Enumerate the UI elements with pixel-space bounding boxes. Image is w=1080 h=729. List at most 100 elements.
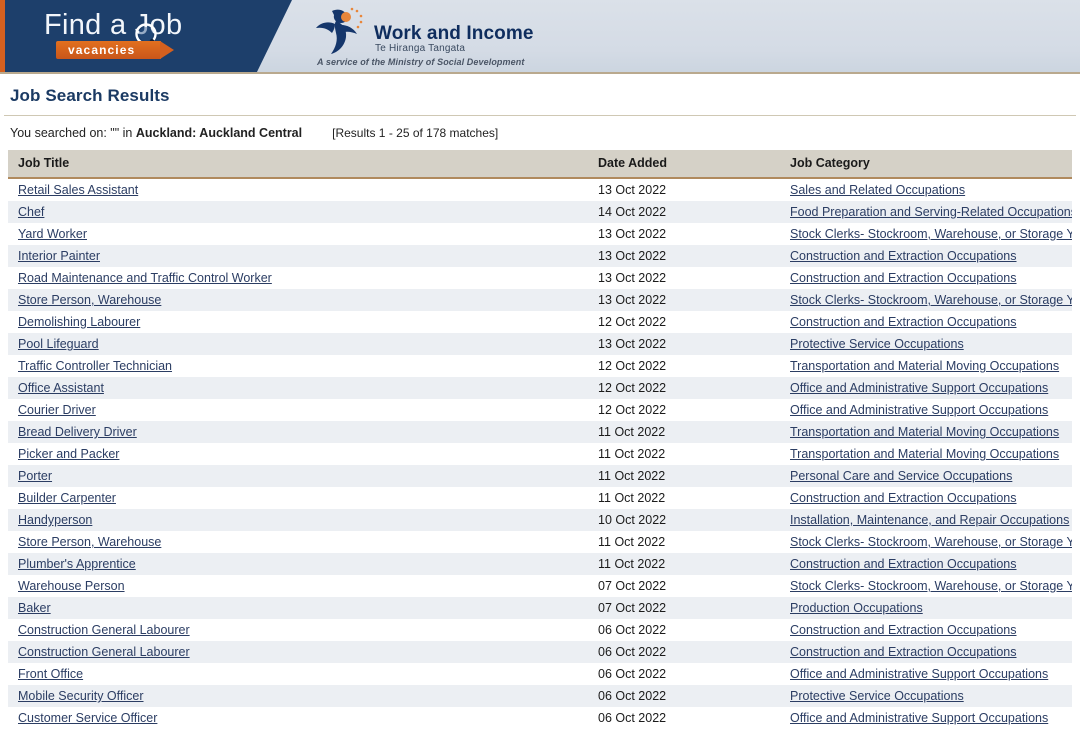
job-results-body: Retail Sales Assistant 13 Oct 2022 Sales a… bbox=[8, 178, 1072, 729]
job-title-link[interactable]: Handyperson bbox=[18, 513, 92, 527]
job-category-link[interactable]: Stock Clerks- Stockroom, Warehouse, or S… bbox=[790, 535, 1072, 549]
job-title-link[interactable]: Store Person, Warehouse bbox=[18, 293, 161, 307]
job-title-link[interactable]: Warehouse Person bbox=[18, 579, 125, 593]
job-title-link[interactable]: Customer Service Officer bbox=[18, 711, 157, 725]
cell-date-added: 11 Oct 2022 bbox=[598, 491, 666, 505]
cell-job-title: Store Person, Warehouse bbox=[8, 289, 588, 311]
job-category-link[interactable]: Construction and Extraction Occupations bbox=[790, 249, 1017, 263]
job-category-link[interactable]: Production Occupations bbox=[790, 601, 923, 615]
job-category-link[interactable]: Construction and Extraction Occupations bbox=[790, 315, 1017, 329]
job-title-link[interactable]: Baker bbox=[18, 601, 51, 615]
table-row: Interior Painter 13 Oct 2022 Construction … bbox=[8, 245, 1072, 267]
job-title-link[interactable]: Courier Driver bbox=[18, 403, 96, 417]
job-title-link[interactable]: Plumber's Apprentice bbox=[18, 557, 136, 571]
job-title-link[interactable]: Store Person, Warehouse bbox=[18, 535, 161, 549]
table-row: Front Office 06 Oct 2022 Office and Admini… bbox=[8, 663, 1072, 685]
vacancies-badge: vacancies bbox=[56, 41, 175, 59]
cell-job-category: Stock Clerks- Stockroom, Warehouse, or S… bbox=[780, 531, 1072, 553]
job-category-link[interactable]: Office and Administrative Support Occupa… bbox=[790, 667, 1048, 681]
job-title-link[interactable]: Porter bbox=[18, 469, 52, 483]
job-title-link[interactable]: Construction General Labourer bbox=[18, 623, 190, 637]
cell-job-title: Store Person, Warehouse bbox=[8, 531, 588, 553]
cell-job-category: Personal Care and Service Occupations bbox=[780, 465, 1072, 487]
job-category-link[interactable]: Transportation and Material Moving Occup… bbox=[790, 359, 1059, 373]
job-results-table: Job Title Date Added Job Category Retail… bbox=[8, 150, 1072, 729]
cell-job-title: Handyperson bbox=[8, 509, 588, 531]
cell-job-title: Mobile Security Officer bbox=[8, 685, 588, 707]
job-title-link[interactable]: Front Office bbox=[18, 667, 83, 681]
search-summary: You searched on: "" in Auckland: Aucklan… bbox=[0, 116, 1080, 150]
job-title-link[interactable]: Demolishing Labourer bbox=[18, 315, 140, 329]
job-category-link[interactable]: Transportation and Material Moving Occup… bbox=[790, 447, 1059, 461]
cell-job-category: Stock Clerks- Stockroom, Warehouse, or S… bbox=[780, 575, 1072, 597]
table-row: Demolishing Labourer 12 Oct 2022 Construct… bbox=[8, 311, 1072, 333]
job-title-link[interactable]: Road Maintenance and Traffic Control Wor… bbox=[18, 271, 272, 285]
column-header-job-title[interactable]: Job Title bbox=[8, 150, 588, 179]
cell-job-category: Production Occupations bbox=[780, 597, 1072, 619]
cell-job-category: Transportation and Material Moving Occup… bbox=[780, 443, 1072, 465]
cell-job-category: Transportation and Material Moving Occup… bbox=[780, 355, 1072, 377]
column-header-date-added[interactable]: Date Added bbox=[588, 150, 780, 179]
job-category-link[interactable]: Sales and Related Occupations bbox=[790, 183, 965, 197]
cell-job-title: Road Maintenance and Traffic Control Wor… bbox=[8, 267, 588, 289]
job-title-link[interactable]: Bread Delivery Driver bbox=[18, 425, 137, 439]
job-category-link[interactable]: Office and Administrative Support Occupa… bbox=[790, 381, 1048, 395]
job-category-link[interactable]: Stock Clerks- Stockroom, Warehouse, or S… bbox=[790, 293, 1072, 307]
cell-job-category: Construction and Extraction Occupations bbox=[780, 311, 1072, 333]
job-category-link[interactable]: Personal Care and Service Occupations bbox=[790, 469, 1012, 483]
cell-job-title: Interior Painter bbox=[8, 245, 588, 267]
job-category-link[interactable]: Construction and Extraction Occupations bbox=[790, 645, 1017, 659]
cell-job-category: Protective Service Occupations bbox=[780, 333, 1072, 355]
cell-job-category: Construction and Extraction Occupations bbox=[780, 267, 1072, 289]
cell-date-added: 12 Oct 2022 bbox=[598, 403, 667, 417]
page-title-area: Job Search Results bbox=[0, 74, 1080, 115]
table-row: Builder Carpenter 11 Oct 2022 Construction… bbox=[8, 487, 1072, 509]
job-category-link[interactable]: Stock Clerks- Stockroom, Warehouse, or S… bbox=[790, 227, 1072, 241]
ministry-tagline: A service of the Ministry of Social Deve… bbox=[317, 57, 525, 67]
job-title-link[interactable]: Builder Carpenter bbox=[18, 491, 116, 505]
job-category-link[interactable]: Installation, Maintenance, and Repair Oc… bbox=[790, 513, 1069, 527]
job-title-link[interactable]: Chef bbox=[18, 205, 44, 219]
cell-date-added: 12 Oct 2022 bbox=[598, 381, 667, 395]
job-category-link[interactable]: Protective Service Occupations bbox=[790, 337, 964, 351]
job-title-link[interactable]: Picker and Packer bbox=[18, 447, 119, 461]
table-row: Chef 14 Oct 2022 Food Preparation and Serv… bbox=[8, 201, 1072, 223]
column-header-job-category[interactable]: Job Category bbox=[780, 150, 1072, 179]
cell-job-category: Construction and Extraction Occupations bbox=[780, 245, 1072, 267]
job-category-link[interactable]: Stock Clerks- Stockroom, Warehouse, or S… bbox=[790, 579, 1072, 593]
job-category-link[interactable]: Transportation and Material Moving Occup… bbox=[790, 425, 1059, 439]
cell-date-added: 13 Oct 2022 bbox=[598, 227, 667, 241]
table-row: Baker 07 Oct 2022 Production Occupations bbox=[8, 597, 1072, 619]
site-header: Find a Job vacancies Work and Income Te … bbox=[0, 0, 1080, 74]
cell-date-added: 06 Oct 2022 bbox=[598, 667, 667, 681]
job-category-link[interactable]: Office and Administrative Support Occupa… bbox=[790, 403, 1048, 417]
cell-date-added: 12 Oct 2022 bbox=[598, 359, 667, 373]
cell-date-added: 13 Oct 2022 bbox=[598, 293, 667, 307]
table-row: Bread Delivery Driver 11 Oct 2022 Transpor… bbox=[8, 421, 1072, 443]
job-category-link[interactable]: Food Preparation and Serving-Related Occ… bbox=[790, 205, 1072, 219]
job-title-link[interactable]: Mobile Security Officer bbox=[18, 689, 144, 703]
job-title-link[interactable]: Interior Painter bbox=[18, 249, 100, 263]
job-title-link[interactable]: Retail Sales Assistant bbox=[18, 183, 138, 197]
job-title-link[interactable]: Office Assistant bbox=[18, 381, 104, 395]
job-category-link[interactable]: Construction and Extraction Occupations bbox=[790, 623, 1017, 637]
job-title-link[interactable]: Construction General Labourer bbox=[18, 645, 190, 659]
job-category-link[interactable]: Construction and Extraction Occupations bbox=[790, 271, 1017, 285]
job-category-link[interactable]: Construction and Extraction Occupations bbox=[790, 491, 1017, 505]
job-category-link[interactable]: Office and Administrative Support Occupa… bbox=[790, 711, 1048, 725]
job-category-link[interactable]: Protective Service Occupations bbox=[790, 689, 964, 703]
work-and-income-logo[interactable]: Work and Income Te Hiranga Tangata A ser… bbox=[312, 7, 562, 67]
job-title-link[interactable]: Pool Lifeguard bbox=[18, 337, 99, 351]
cell-job-title: Porter bbox=[8, 465, 588, 487]
cell-job-category: Installation, Maintenance, and Repair Oc… bbox=[780, 509, 1072, 531]
cell-job-category: Construction and Extraction Occupations bbox=[780, 641, 1072, 663]
job-title-link[interactable]: Traffic Controller Technician bbox=[18, 359, 172, 373]
cell-date-added: 06 Oct 2022 bbox=[598, 623, 667, 637]
job-title-link[interactable]: Yard Worker bbox=[18, 227, 87, 241]
page-title: Job Search Results bbox=[10, 86, 170, 105]
table-row: Road Maintenance and Traffic Control Wor… bbox=[8, 267, 1072, 289]
table-row: Retail Sales Assistant 13 Oct 2022 Sales a… bbox=[8, 178, 1072, 201]
cell-job-title: Courier Driver bbox=[8, 399, 588, 421]
table-row: Store Person, Warehouse 11 Oct 2022 Stock … bbox=[8, 531, 1072, 553]
job-category-link[interactable]: Construction and Extraction Occupations bbox=[790, 557, 1017, 571]
